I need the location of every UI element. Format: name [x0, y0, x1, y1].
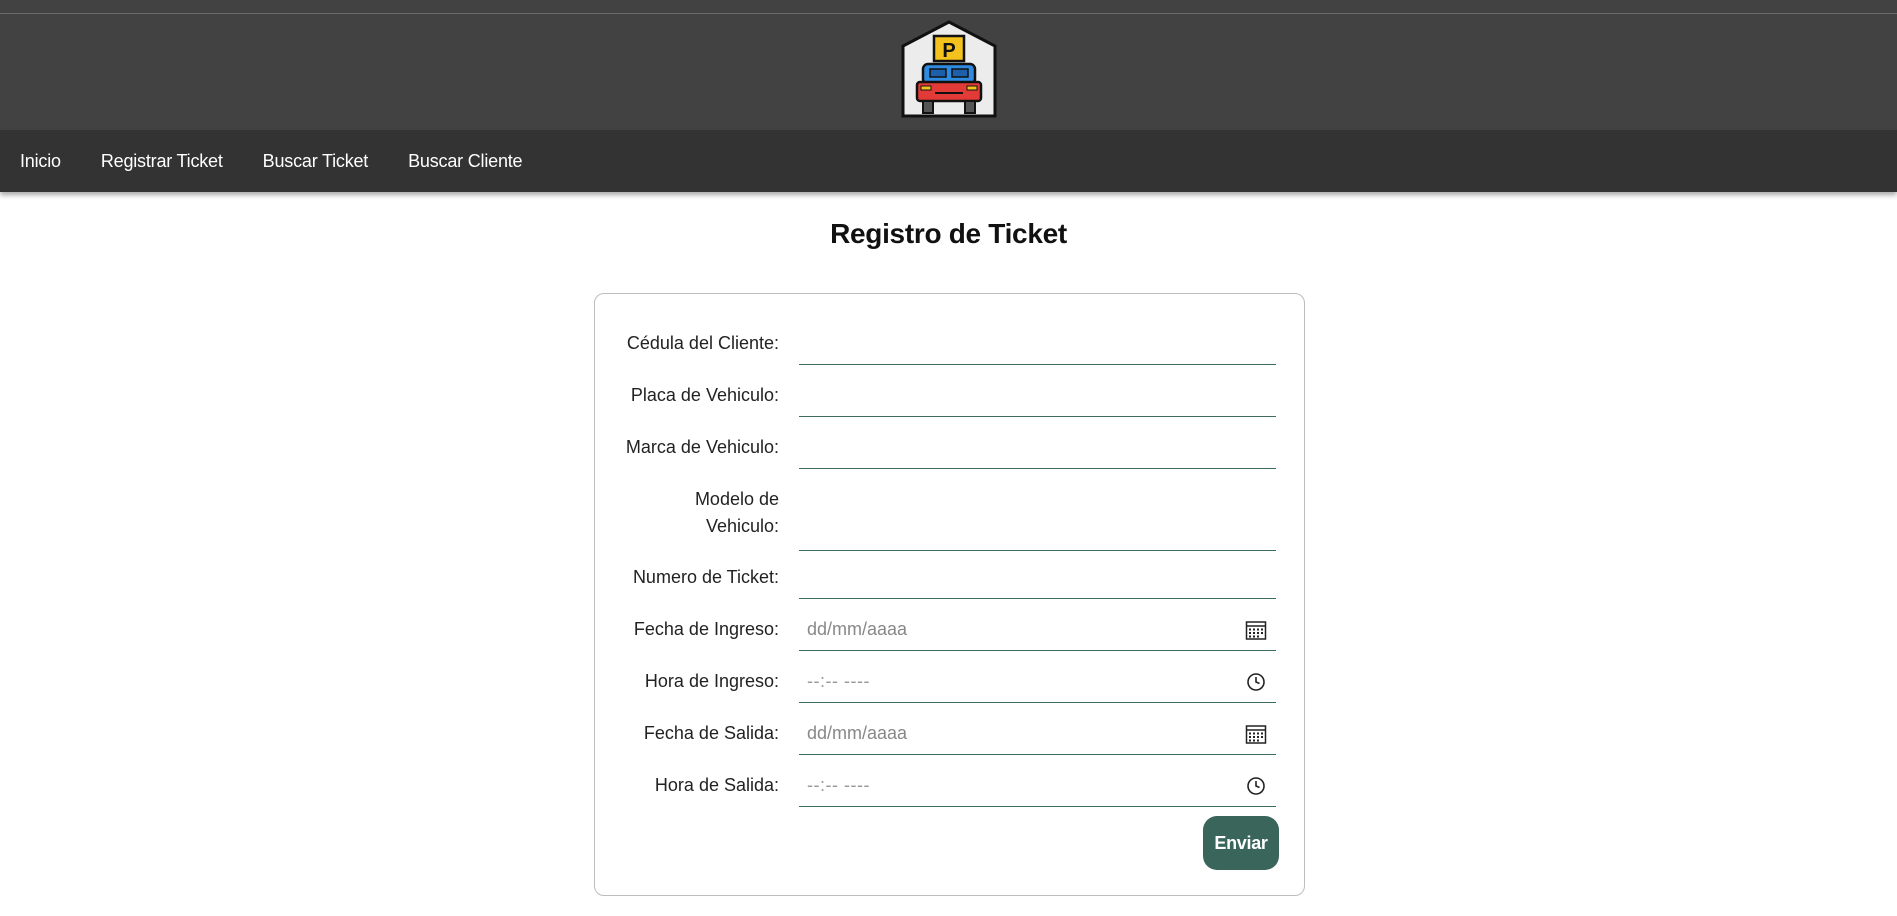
- numero-ticket-label: Numero de Ticket:: [632, 567, 779, 587]
- submit-button[interactable]: Enviar: [1203, 816, 1279, 870]
- main-nav: Inicio Registrar Ticket Buscar Ticket Bu…: [0, 130, 1897, 192]
- hora-salida-input[interactable]: --:-- ----: [799, 765, 1276, 807]
- nav-link-inicio[interactable]: Inicio: [20, 151, 61, 172]
- hora-ingreso-input[interactable]: --:-- ----: [799, 661, 1276, 703]
- hora-salida-placeholder: --:-- ----: [807, 775, 870, 795]
- placa-label: Placa de Vehiculo:: [630, 385, 779, 405]
- nav-link-buscar-ticket[interactable]: Buscar Ticket: [263, 151, 369, 172]
- fecha-ingreso-input[interactable]: dd/mm/aaaa: [799, 609, 1276, 651]
- ticket-form: Cédula del Cliente: Placa de Vehiculo: M…: [594, 293, 1305, 896]
- fecha-salida-label: Fecha de Salida:: [643, 723, 779, 743]
- numero-ticket-input[interactable]: [799, 557, 1276, 599]
- modelo-input[interactable]: [799, 479, 1276, 551]
- marca-label: Marca de Vehiculo:: [625, 437, 779, 457]
- placa-input[interactable]: [799, 375, 1276, 417]
- parking-garage-logo-icon[interactable]: P: [899, 19, 999, 119]
- logo-letter: P: [942, 40, 955, 62]
- modelo-label: Modelo de Vehiculo:: [595, 486, 779, 540]
- cedula-label: Cédula del Cliente:: [626, 333, 779, 353]
- fecha-salida-input[interactable]: dd/mm/aaaa: [799, 713, 1276, 755]
- hora-ingreso-label: Hora de Ingreso:: [644, 671, 779, 691]
- nav-link-buscar-cliente[interactable]: Buscar Cliente: [408, 151, 522, 172]
- fecha-ingreso-label: Fecha de Ingreso:: [633, 619, 779, 639]
- page-title: Registro de Ticket: [830, 218, 1067, 249]
- cedula-input[interactable]: [799, 323, 1276, 365]
- browser-top-strip: [0, 0, 1897, 14]
- clock-icon[interactable]: [1244, 670, 1268, 694]
- hora-salida-label: Hora de Salida:: [654, 775, 779, 795]
- calendar-icon[interactable]: [1244, 618, 1268, 642]
- site-header: P: [0, 14, 1897, 130]
- nav-link-registrar-ticket[interactable]: Registrar Ticket: [101, 151, 223, 172]
- modelo-label-line2: Vehiculo:: [705, 516, 779, 536]
- calendar-icon[interactable]: [1244, 722, 1268, 746]
- marca-input[interactable]: [799, 427, 1276, 469]
- clock-icon[interactable]: [1244, 774, 1268, 798]
- fecha-ingreso-placeholder: dd/mm/aaaa: [807, 619, 908, 639]
- hora-ingreso-placeholder: --:-- ----: [807, 671, 870, 691]
- modelo-label-line1: Modelo de: [694, 489, 779, 509]
- fecha-salida-placeholder: dd/mm/aaaa: [807, 723, 908, 743]
